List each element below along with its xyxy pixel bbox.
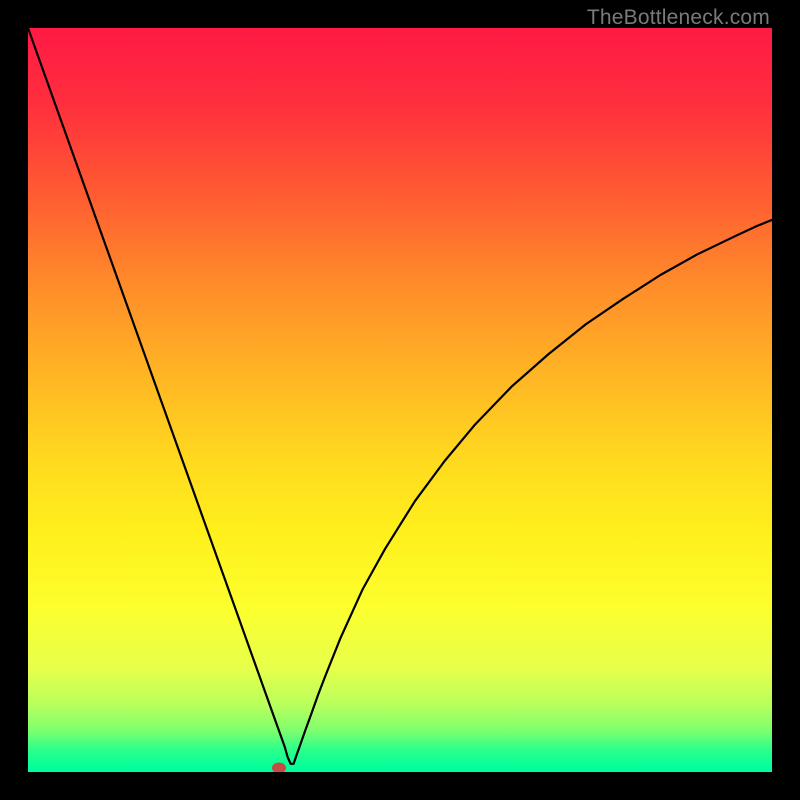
optimum-marker [272,762,286,772]
curve-layer [28,28,772,772]
bottleneck-curve [28,28,772,764]
plot-area [28,28,772,772]
chart-frame: TheBottleneck.com [0,0,800,800]
watermark-text: TheBottleneck.com [587,6,770,30]
